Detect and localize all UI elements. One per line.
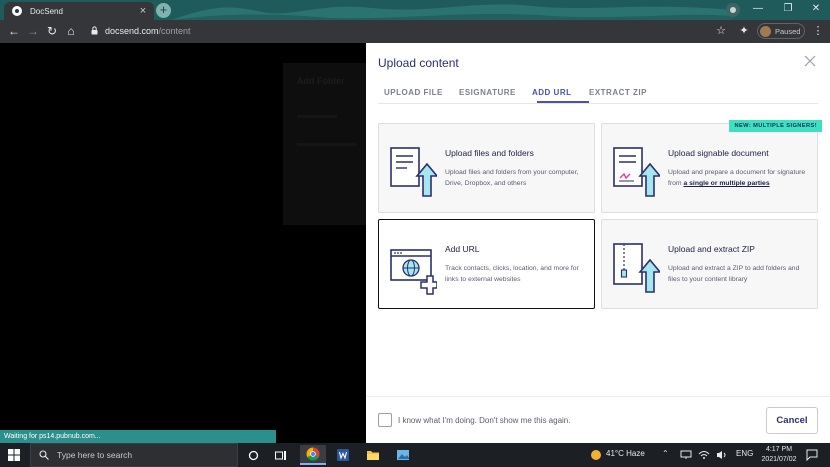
card-title: Upload files and folders [445, 148, 534, 158]
browser-toolbar: ← → ↻ ⌂ docsend.com/content ☆ ✦ Paused ⋮ [0, 20, 830, 43]
cancel-button[interactable]: Cancel [766, 407, 818, 434]
minimize-button[interactable]: — [744, 0, 772, 20]
forward-button[interactable]: → [25, 23, 41, 39]
profile-status: Paused [775, 26, 801, 36]
avatar [760, 25, 771, 37]
cortana-circle-icon [248, 450, 258, 460]
card-description: Upload and extract a ZIP to add folders … [668, 265, 800, 283]
chrome-icon [306, 447, 320, 461]
weather-sun-icon [591, 450, 601, 460]
task-view-icon [275, 450, 286, 460]
card-title: Upload signable document [668, 148, 769, 158]
new-feature-badge: NEW: MULTIPLE SIGNERS! [729, 120, 822, 132]
browser-menu-icon[interactable]: ⋮ [811, 24, 825, 38]
tab-title: DocSend [30, 6, 63, 16]
close-icon[interactable] [803, 54, 817, 68]
active-tab-indicator [537, 101, 589, 103]
back-button[interactable]: ← [6, 23, 22, 39]
clock-time: 4:17 PM [765, 446, 793, 453]
url-domain: docsend.com [105, 26, 159, 36]
browser-tab-docsend[interactable]: DocSend × [4, 2, 154, 20]
browser-status-bar: Waiting for ps14.pubnub.com... [0, 430, 276, 443]
windows-start-icon[interactable] [8, 449, 20, 461]
photos-icon [397, 450, 409, 460]
theme-wave-decoration [172, 4, 732, 20]
lock-icon[interactable] [91, 26, 98, 35]
tray-overflow-icon[interactable]: ⌃ [662, 449, 669, 458]
card-description: Track contacts, clicks, location, and mo… [445, 265, 579, 283]
reload-button[interactable]: ↻ [44, 23, 60, 39]
tab-extract-zip[interactable]: EXTRACT ZIP [589, 88, 647, 97]
dont-show-again-checkbox[interactable] [378, 413, 392, 427]
volume-icon[interactable] [716, 450, 728, 460]
card-title: Upload and extract ZIP [668, 244, 755, 254]
address-bar[interactable]: docsend.com/content [105, 26, 191, 36]
upload-files-card[interactable]: Upload files and folders Upload files an… [378, 123, 595, 213]
windows-taskbar: Type here to search 41°C Haze ⌃ ENG 4:17… [0, 443, 830, 467]
browser-globe-icon [390, 249, 437, 295]
tab-add-url[interactable]: ADD URL [532, 88, 572, 97]
wifi-icon[interactable] [698, 450, 710, 460]
footer-divider [366, 396, 830, 397]
taskbar-file-explorer[interactable] [360, 445, 386, 465]
language-indicator[interactable]: ENG [736, 449, 753, 458]
cortana-button[interactable] [240, 445, 266, 465]
tab-esignature[interactable]: ESIGNATURE [459, 88, 516, 97]
upload-content-panel: Upload content UPLOAD FILE ESIGNATURE AD… [366, 43, 830, 443]
tab-upload-file[interactable]: UPLOAD FILE [384, 88, 443, 97]
new-tab-button[interactable]: + [156, 3, 171, 18]
docsend-favicon-icon [12, 6, 22, 16]
window-close-button[interactable]: ✕ [802, 0, 830, 20]
taskbar-chrome[interactable] [300, 445, 326, 465]
folder-icon [367, 451, 379, 460]
background-dialog-line [297, 143, 357, 146]
dont-show-again-label[interactable]: I know what I'm doing. Don't show me thi… [398, 416, 570, 425]
task-view-button[interactable] [268, 445, 294, 465]
tab-search-icon[interactable] [726, 3, 740, 17]
notifications-icon[interactable] [806, 449, 818, 461]
search-placeholder: Type here to search [57, 450, 133, 460]
panel-title: Upload content [378, 56, 459, 70]
home-button[interactable]: ⌂ [63, 23, 79, 39]
upload-tabs: UPLOAD FILE ESIGNATURE ADD URL EXTRACT Z… [378, 86, 818, 104]
word-icon [337, 449, 349, 461]
card-description: Upload and prepare a document for signat… [668, 167, 810, 189]
maximize-button[interactable]: ❐ [774, 0, 802, 20]
taskbar-word[interactable] [330, 445, 356, 465]
document-upload-icon [390, 147, 437, 197]
signers-link[interactable]: a single or multiple parties [683, 180, 769, 187]
browser-tab-strip: DocSend × + — ❐ ✕ [0, 0, 830, 20]
profile-button[interactable]: Paused [757, 23, 805, 39]
background-dialog-line [297, 115, 337, 118]
search-icon [39, 450, 49, 460]
extensions-icon[interactable]: ✦ [737, 24, 751, 38]
add-url-card[interactable]: Add URL Track contacts, clicks, location… [378, 219, 595, 309]
clock-date: 2021/07/02 [761, 456, 797, 463]
card-description: Upload files and folders from your compu… [445, 169, 579, 187]
url-path: /content [158, 26, 191, 36]
upload-signable-card[interactable]: NEW: MULTIPLE SIGNERS! Upload signable d… [601, 120, 822, 213]
taskbar-photos[interactable] [390, 445, 416, 465]
card-title: Add URL [445, 244, 480, 254]
network-icon[interactable] [680, 450, 692, 460]
zip-file-icon [613, 243, 660, 293]
taskbar-clock[interactable]: 4:17 PM 2021/07/02 [756, 445, 802, 465]
bookmark-star-icon[interactable]: ☆ [714, 24, 728, 38]
background-add-folder-dialog: Add Folder [283, 63, 366, 225]
tab-close-icon[interactable]: × [136, 5, 150, 17]
taskbar-search-box[interactable]: Type here to search [30, 443, 238, 467]
background-dialog-title: Add Folder [297, 76, 345, 86]
extract-zip-card[interactable]: Upload and extract ZIP Upload and extrac… [601, 219, 818, 309]
signable-document-icon [613, 147, 660, 197]
weather-text[interactable]: 41°C Haze [606, 449, 645, 458]
